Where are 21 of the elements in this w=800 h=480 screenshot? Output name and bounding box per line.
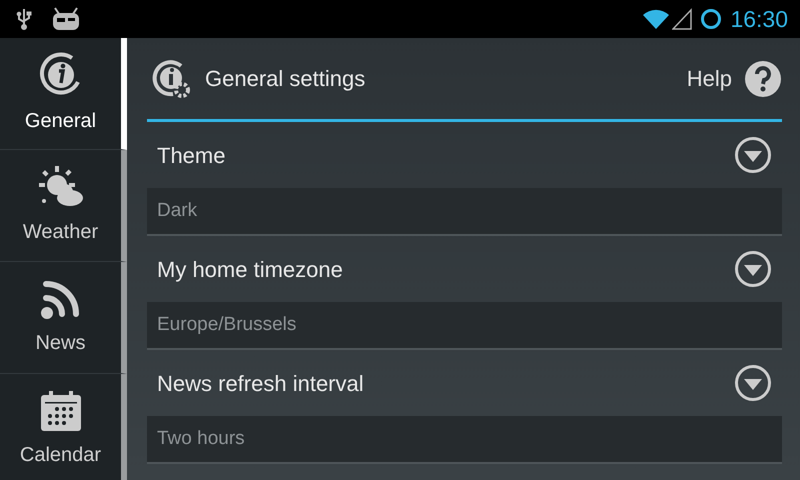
dropdown-icon[interactable]: [734, 136, 772, 174]
page-title: General settings: [205, 65, 366, 93]
dropdown-icon[interactable]: [734, 250, 772, 288]
help-icon: [744, 60, 782, 98]
wifi-icon: [642, 8, 670, 30]
signal-icon: [672, 8, 692, 30]
usb-icon: [16, 8, 32, 30]
value-field[interactable]: Dark: [147, 188, 782, 236]
clock: 16:30: [730, 4, 788, 34]
robot-icon: [52, 7, 80, 31]
setting-label: Theme: [157, 142, 226, 170]
calendar-icon: [40, 390, 82, 432]
sync-icon: [700, 8, 722, 30]
value-field[interactable]: Two hours: [147, 416, 782, 464]
setting-label: News refresh interval: [157, 370, 365, 398]
dropdown-icon[interactable]: [734, 364, 772, 402]
sun-cloud-icon: [36, 164, 84, 208]
setting-label: My home timezone: [157, 256, 344, 284]
info-gear-icon: [151, 58, 193, 100]
help-button[interactable]: Help: [686, 60, 782, 98]
value-field[interactable]: Europe/Brussels: [147, 302, 782, 350]
